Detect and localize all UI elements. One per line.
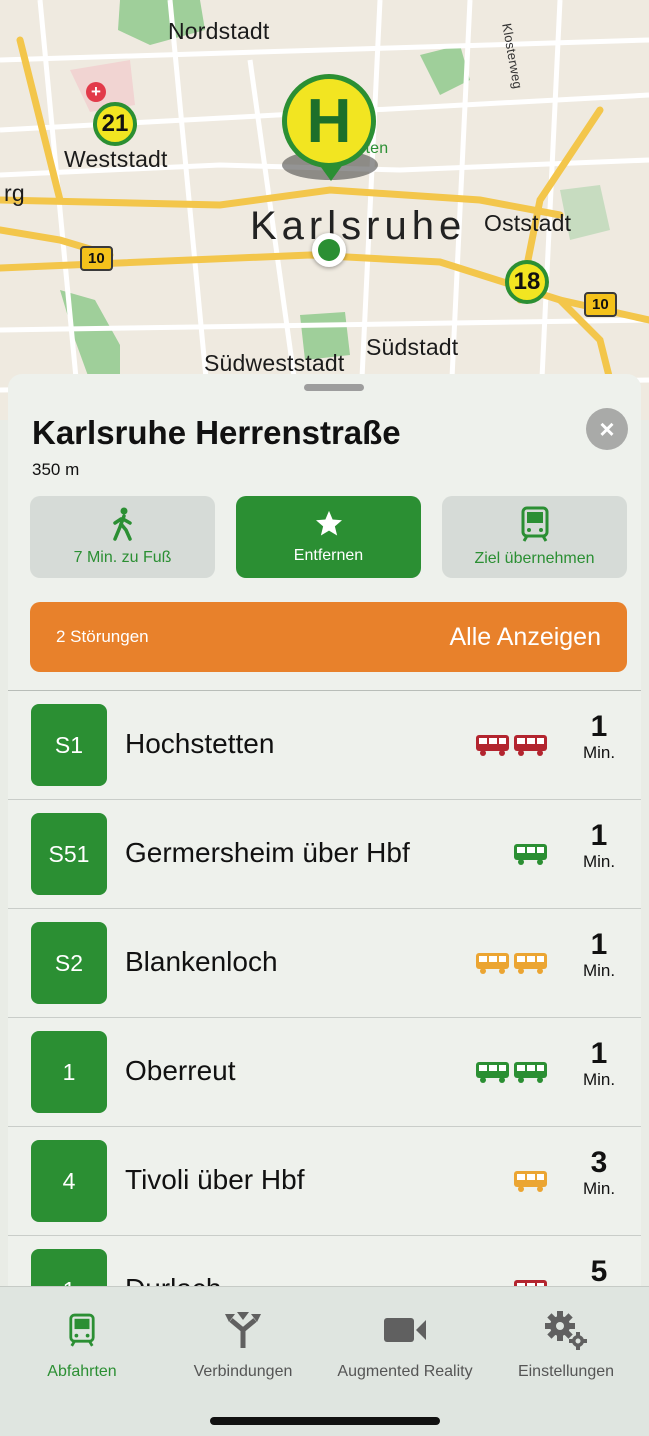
remove-label: Entfernen	[293, 547, 364, 564]
tram-car-icon	[514, 735, 547, 756]
departure-destination: Blankenloch	[125, 946, 278, 977]
set-destination-label: Ziel übernehmen	[474, 550, 595, 567]
vehicle-occupancy	[475, 733, 548, 759]
vehicle-occupancy	[513, 1169, 548, 1195]
tram-stop-marker-18[interactable]: 18	[505, 260, 549, 304]
eta-minutes: 5	[590, 1255, 608, 1288]
map-view[interactable]: + Nordstadt Weststadt rg Klosterweg rten…	[0, 0, 649, 420]
eta-unit: Min.	[582, 852, 616, 871]
eta-minutes: 1	[590, 928, 608, 961]
tram-car-icon	[514, 1062, 547, 1083]
video-camera-icon	[384, 1318, 426, 1342]
departure-row[interactable]: 1 Oberreut 1 Min.	[8, 1018, 641, 1127]
departure-eta: 1 Min.	[571, 711, 627, 763]
departure-eta: 1 Min.	[571, 929, 627, 981]
departure-destination: Tivoli über Hbf	[125, 1164, 305, 1195]
map-label-suedstadt: Südstadt	[366, 334, 459, 360]
stop-distance: 350 m	[32, 460, 80, 479]
line-badge: 4	[31, 1140, 107, 1222]
vehicle-occupancy	[513, 842, 548, 868]
departure-destination: Oberreut	[125, 1055, 236, 1086]
tab-connections[interactable]: Verbindungen	[163, 1309, 323, 1381]
walk-button[interactable]: 7 Min. zu Fuß	[30, 496, 215, 578]
eta-unit: Min.	[582, 743, 616, 762]
departure-destination: Hochstetten	[125, 728, 275, 759]
departure-row[interactable]: S1 Hochstetten 1 Min.	[8, 691, 641, 800]
departure-row[interactable]: 4 Tivoli über Hbf 3 Min.	[8, 1127, 641, 1236]
map-label-suedweststadt: Südweststadt	[204, 350, 345, 376]
tab-connections-label: Verbindungen	[193, 1363, 293, 1380]
line-badge: S51	[31, 813, 107, 895]
route-arrows-icon	[225, 1312, 261, 1348]
tab-departures[interactable]: Abfahrten	[2, 1309, 162, 1381]
map-label-oststadt: Oststadt	[484, 210, 572, 236]
stop-marker-pointer	[318, 163, 344, 181]
gears-icon	[545, 1311, 587, 1350]
tab-bar: Abfahrten Verbindungen Augmented Reality	[0, 1286, 649, 1436]
walk-label: 7 Min. zu Fuß	[73, 549, 172, 566]
vehicle-occupancy	[475, 1060, 548, 1086]
eta-unit: Min.	[582, 961, 616, 980]
tab-ar-label: Augmented Reality	[337, 1363, 473, 1380]
tram-icon	[521, 506, 548, 542]
departure-eta: 1 Min.	[571, 1038, 627, 1090]
star-icon	[315, 510, 342, 536]
tram-icon	[69, 1313, 95, 1347]
departure-eta: 3 Min.	[571, 1147, 627, 1199]
disruptions-count: 2 Störungen	[56, 627, 149, 646]
home-indicator[interactable]	[210, 1417, 440, 1425]
line-badge: S2	[31, 922, 107, 1004]
current-location-dot	[312, 233, 346, 267]
tab-settings-label: Einstellungen	[517, 1363, 615, 1380]
disruptions-bar[interactable]: 2 Störungen Alle Anzeigen	[30, 602, 627, 672]
selected-stop-marker[interactable]: H	[282, 74, 376, 168]
tab-settings[interactable]: Einstellungen	[486, 1309, 646, 1381]
eta-minutes: 3	[590, 1146, 608, 1179]
hospital-icon: +	[86, 82, 106, 102]
road-badge-10-right: 10	[584, 292, 617, 317]
map-label-weststadt: Weststadt	[64, 146, 168, 172]
close-icon: ×	[599, 413, 615, 444]
eta-minutes: 1	[590, 710, 608, 743]
tram-car-icon	[476, 735, 509, 756]
eta-minutes: 1	[590, 1037, 608, 1070]
sheet-grabber[interactable]	[304, 384, 364, 391]
eta-unit: Min.	[582, 1179, 616, 1198]
remove-favorite-button[interactable]: Entfernen	[236, 496, 421, 578]
map-label-karlsruhe: Karlsruhe	[250, 204, 467, 248]
tram-car-icon	[476, 1062, 509, 1083]
tram-car-icon	[514, 844, 547, 865]
departure-eta: 1 Min.	[571, 820, 627, 872]
departures-list[interactable]: S1 Hochstetten 1 Min. S51 Germersheim über Hb…	[8, 691, 641, 1345]
close-button[interactable]: ×	[586, 408, 628, 450]
set-destination-button[interactable]: Ziel übernehmen	[442, 496, 627, 578]
show-all-disruptions-link[interactable]: Alle Anzeigen	[449, 623, 601, 652]
walking-person-icon	[112, 507, 132, 541]
map-label-nordstadt: Nordstadt	[168, 18, 270, 44]
departure-row[interactable]: S2 Blankenloch 1 Min.	[8, 909, 641, 1018]
stop-detail-sheet: Karlsruhe Herrenstraße 350 m × 7 Min. zu…	[8, 374, 641, 1436]
eta-unit: Min.	[582, 1070, 616, 1089]
line-badge: 1	[31, 1031, 107, 1113]
line-badge: S1	[31, 704, 107, 786]
tram-car-icon	[514, 953, 547, 974]
road-badge-10-left: 10	[80, 246, 113, 271]
departure-destination: Germersheim über Hbf	[125, 837, 410, 868]
tram-car-icon	[514, 1171, 547, 1192]
tram-car-icon	[476, 953, 509, 974]
departure-row[interactable]: S51 Germersheim über Hbf 1 Min.	[8, 800, 641, 909]
vehicle-occupancy	[475, 951, 548, 977]
tram-stop-marker-21[interactable]: 21	[93, 102, 137, 146]
map-label-rg: rg	[4, 180, 25, 206]
tab-augmented-reality[interactable]: Augmented Reality	[325, 1309, 485, 1381]
eta-minutes: 1	[590, 819, 608, 852]
stop-title: Karlsruhe Herrenstraße	[32, 414, 401, 451]
tab-departures-label: Abfahrten	[47, 1363, 117, 1380]
